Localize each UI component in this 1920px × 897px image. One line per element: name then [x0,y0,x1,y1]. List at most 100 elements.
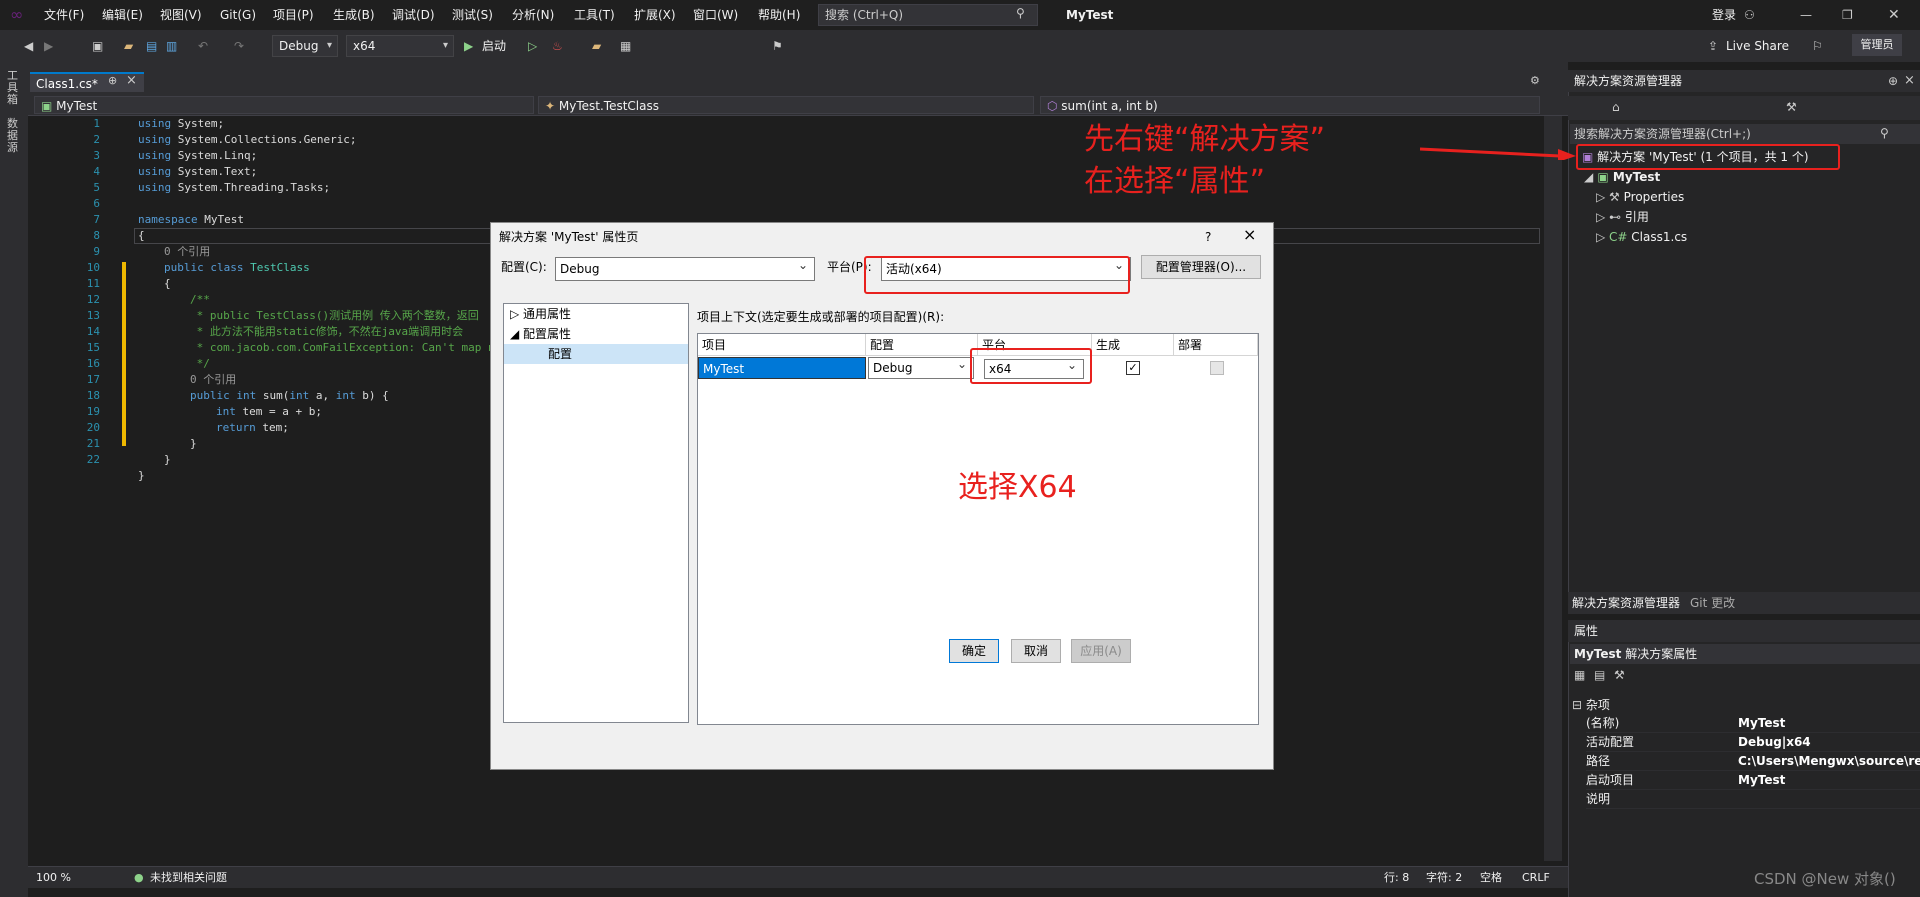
back-icon[interactable]: ◀ [24,36,33,56]
row-project-cell[interactable]: MyTest [698,357,866,379]
menu-build[interactable]: 生成(B) [333,0,375,30]
tree-item-references[interactable]: ▷ ⊷ 引用 [1596,208,1649,226]
collapse-icon[interactable]: ⊟ [1572,698,1586,712]
menu-window[interactable]: 窗口(W) [693,0,738,30]
folder-icon[interactable]: ▰ [592,36,601,56]
solution-search-input[interactable]: 搜索解决方案资源管理器(Ctrl+;) [1570,124,1920,144]
feedback-icon[interactable]: ⚐ [1812,36,1823,56]
toolbox-tab[interactable]: 工具箱 [7,70,21,106]
dialog-close-button[interactable]: × [1243,225,1256,245]
help-button[interactable]: ? [1205,227,1211,247]
line-ending-indicator[interactable]: CRLF [1522,870,1550,886]
hot-reload-icon[interactable]: ♨ [552,36,563,56]
menu-project[interactable]: 项目(P) [273,0,314,30]
menu-extensions[interactable]: 扩展(X) [634,0,676,30]
minimize-icon[interactable]: — [1800,0,1812,30]
code-line-17: int tem = a + b; [216,405,322,418]
row-config-select[interactable]: Debug [868,354,974,379]
prop-key: 路径 [1586,754,1611,768]
nav-project-dropdown[interactable]: ▣ MyTest [34,96,534,114]
line-number: 8 [93,229,100,242]
project-node[interactable]: ◢ ▣ MyTest [1584,168,1660,186]
tab-git-changes[interactable]: Git 更改 [1690,594,1735,611]
tree-item-properties[interactable]: ▷ ⚒ Properties [1596,188,1684,206]
start-button[interactable]: 启动 [482,36,506,56]
pin-icon[interactable]: ⊕ [108,74,117,87]
new-project-icon[interactable]: ▣ [92,36,103,56]
tree-item-class1[interactable]: ▷ C# Class1.cs [1596,228,1687,246]
property-pages-icon[interactable]: ⚒ [1614,668,1625,682]
dialog-config-select[interactable]: Debug [555,254,815,281]
close-window-icon[interactable]: ✕ [1888,0,1900,30]
categorized-icon[interactable]: ▦ [1574,668,1585,682]
platform-dropdown[interactable]: x64 [346,35,454,57]
codelens-ref-2[interactable]: 0 个引用 [190,372,236,388]
editor-scrollbar[interactable] [1544,116,1562,861]
live-share-icon[interactable]: ⇪ [1708,36,1718,56]
datasource-tab[interactable]: 数据源 [7,118,21,154]
apply-button[interactable]: 应用(A) [1071,639,1131,663]
open-folder-icon[interactable]: ▰ [124,36,133,56]
tree-config-props[interactable]: ◢ 配置属性 [510,324,571,344]
whitespace-indicator[interactable]: 空格 [1480,870,1502,886]
forward-icon[interactable]: ▶ [44,36,53,56]
expand-arrow-icon[interactable]: ▷ [510,307,523,321]
alphabetical-icon[interactable]: ▤ [1594,668,1605,682]
menu-test[interactable]: 测试(S) [452,0,493,30]
live-share-button[interactable]: Live Share [1726,36,1789,56]
save-all-icon[interactable]: ▥ [166,36,177,56]
prop-row-path[interactable]: 路径 C:\Users\Mengwx\source\rep [1586,752,1920,771]
menu-file[interactable]: 文件(F) [44,0,84,30]
properties-subject[interactable]: MyTest 解决方案属性 [1570,644,1920,664]
config-dropdown[interactable]: Debug [272,35,338,57]
menu-git[interactable]: Git(G) [220,0,256,30]
tree-general-props[interactable]: ▷ 通用属性 [510,304,571,324]
menu-tools[interactable]: 工具(T) [574,0,615,30]
config-manager-button[interactable]: 配置管理器(O)... [1141,255,1261,279]
menu-edit[interactable]: 编辑(E) [102,0,143,30]
home-icon[interactable]: ⌂ [1612,100,1620,114]
redo-icon[interactable]: ↷ [234,36,244,56]
signin-link[interactable]: 登录 [1712,0,1736,30]
category-misc[interactable]: ⊟ 杂项 [1572,696,1610,714]
search-input[interactable]: 搜索 (Ctrl+Q) [818,4,1038,26]
prop-row-name[interactable]: (名称) MyTest [1586,714,1920,733]
start-without-debug-icon[interactable]: ▷ [528,36,537,56]
collapse-arrow-icon[interactable]: ◢ [510,327,523,341]
settings-icon[interactable]: ⚙ [1530,74,1540,87]
panel-close-icon[interactable]: × [1904,73,1915,88]
prop-row-active-config[interactable]: 活动配置 Debug|x64 [1586,733,1920,752]
expand-icon[interactable]: ◢ [1584,170,1597,184]
prop-row-startup[interactable]: 启动项目 MyTest [1586,771,1920,790]
deploy-checkbox[interactable] [1210,361,1224,375]
tab-close-icon[interactable]: × [126,73,137,88]
issues-status[interactable]: 未找到相关问题 [150,870,227,886]
prop-row-description[interactable]: 说明 [1586,790,1920,809]
expand-arrow-icon[interactable]: ▷ [1596,190,1609,204]
layout-icon[interactable]: ▦ [620,36,631,56]
ok-button[interactable]: 确定 [949,639,999,663]
nav-class-dropdown[interactable]: ✦ MyTest.TestClass [538,96,1034,114]
tree-config-selected[interactable]: 配置 [504,344,688,364]
col-build: 生成 [1092,334,1174,356]
menu-debug[interactable]: 调试(D) [392,0,435,30]
zoom-level[interactable]: 100 % [36,870,71,886]
menu-analyze[interactable]: 分析(N) [512,0,554,30]
expand-arrow-icon[interactable]: ▷ [1596,210,1609,224]
start-icon[interactable]: ▶ [464,36,473,56]
codelens-ref[interactable]: 0 个引用 [164,244,210,260]
restore-icon[interactable]: ❐ [1842,0,1853,30]
nav-member-dropdown[interactable]: ⬡ sum(int a, int b) [1040,96,1540,114]
cancel-button[interactable]: 取消 [1011,639,1061,663]
menu-view[interactable]: 视图(V) [160,0,202,30]
wrench-icon[interactable]: ⚒ [1786,100,1797,114]
build-checkbox[interactable]: ✓ [1126,361,1140,375]
save-icon[interactable]: ▤ [146,36,157,56]
bookmark-icon[interactable]: ⚑ [772,36,783,56]
account-icon[interactable]: ⚇ [1744,0,1755,30]
menu-help[interactable]: 帮助(H) [758,0,800,30]
undo-icon[interactable]: ↶ [198,36,208,56]
panel-pin-icon[interactable]: ⊕ [1888,74,1898,88]
tab-solution-explorer[interactable]: 解决方案资源管理器 [1572,594,1680,611]
expand-arrow-icon[interactable]: ▷ [1596,230,1609,244]
